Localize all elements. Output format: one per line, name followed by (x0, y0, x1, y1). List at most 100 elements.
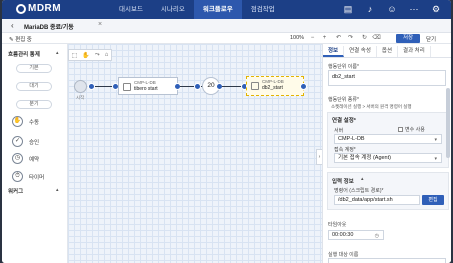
connect-icon[interactable]: ⤳ (95, 52, 100, 59)
palette-section-flow[interactable]: 흐름관리 통제 (8, 50, 40, 58)
nav-icons: ▤ ♪ ☺ ⋯ ⚙ (343, 4, 441, 14)
port-dot[interactable] (300, 83, 307, 90)
node-type: CMP-L-DB (262, 79, 284, 84)
variable-checkbox[interactable]: 변수 사용 (398, 126, 425, 133)
logo-mark-icon (16, 3, 26, 14)
hand-icon: ✋ (12, 116, 23, 127)
node-name-value: db2_start (332, 74, 355, 80)
workflow-canvas[interactable]: ⬚ ✋ ⤳ ⌂ 시작 CMP-L-DB tibero start 20 CMP-… (68, 44, 322, 263)
workflow-name: MariaDB 종료/기동 (24, 25, 74, 31)
server-icon (251, 82, 259, 90)
clock-icon: ◷ (374, 233, 379, 239)
workflow-header: ‹ MariaDB 종료/기동 × (2, 19, 451, 33)
back-arrow-icon[interactable]: ‹ (11, 21, 14, 30)
palette-section-group[interactable]: 워커그 (8, 187, 23, 195)
exec-user-input[interactable] (328, 258, 446, 263)
server-icon (123, 83, 131, 91)
group-icon[interactable]: ⌂ (105, 52, 109, 58)
port-dot[interactable] (88, 83, 95, 90)
palette-item-branch-label: 분기 (29, 101, 39, 107)
access-select[interactable]: 기본 접속 계정 (Agent) ▾ (334, 153, 442, 163)
canvas-tools: ⬚ ✋ ⤳ ⌂ (68, 49, 112, 61)
editor-toolbar: ✎ 편집 중 100% − + ↶ ↷ ↻ ⌫ 저장 닫기 (2, 33, 451, 44)
close-button[interactable]: 닫기 (426, 35, 436, 43)
select-icon[interactable]: ⬚ (72, 52, 78, 59)
zoom-level: 100% (290, 35, 305, 41)
chevron-up-icon[interactable]: ▴ (56, 50, 59, 56)
bell-icon[interactable]: ♪ (365, 4, 375, 14)
edit-mode-label: ✎ 편집 중 (9, 37, 32, 43)
panel-scrollbar[interactable] (446, 88, 450, 158)
node-type-path: 소켓레이션 실행 > 서버의 원격 명령어 실행 (331, 104, 412, 109)
server-select[interactable]: CMP-L-DB ▾ (334, 134, 442, 144)
timeout-label: 타임아웃 (328, 222, 347, 228)
tab-result[interactable]: 결과 처리 (398, 46, 431, 57)
more-icon[interactable]: ⋯ (409, 4, 419, 14)
checkbox-icon (398, 127, 403, 132)
input-info-title: 입력 정보 (332, 179, 354, 185)
palette-item-manual-label: 수동 (29, 119, 40, 126)
app-window: MDRM 대시보드 시나리오 워크플로우 점검작업 ▤ ♪ ☺ ⋯ ⚙ ‹ Ma… (2, 0, 451, 263)
server-label: 서버 (334, 128, 344, 134)
undo-icon[interactable]: ↶ (334, 34, 343, 42)
palette-item-approve-label: 승인 (29, 139, 40, 146)
edit-command-button[interactable]: 편집 (422, 195, 444, 205)
palette-item-basic-label: 기본 (29, 65, 39, 71)
tab-connection[interactable]: 연결 속성 (344, 46, 377, 57)
node-name-input[interactable]: db2_start (328, 70, 446, 86)
hand-icon[interactable]: ✋ (82, 52, 89, 59)
node-name-label: 행동단위 이름* (328, 64, 359, 70)
chevron-down-icon: ▾ (434, 156, 437, 162)
user-icon[interactable]: ☺ (387, 4, 397, 14)
clock-icon: ◷ (12, 153, 23, 164)
close-icon[interactable]: × (98, 21, 102, 28)
palette-item-wait-label: 대기 (29, 83, 39, 89)
panel-tabs: 정보 연결 속성 옵션 결과 처리 (323, 46, 451, 58)
refresh-icon[interactable]: ↻ (360, 34, 369, 42)
save-button[interactable]: 저장 (396, 34, 420, 43)
menu-scenario[interactable]: 시나리오 (152, 0, 194, 19)
palette-item-timer[interactable]: ⏱ 타이머 (12, 171, 44, 182)
access-value: 기본 접속 계정 (Agent) (338, 155, 391, 161)
palette-item-manual[interactable]: ✋ 수동 (12, 116, 39, 127)
palette-item-branch[interactable]: 분기 (16, 100, 52, 109)
palette-item-schedule[interactable]: ◷ 예약 (12, 153, 39, 164)
variable-checkbox-label: 변수 사용 (405, 127, 425, 133)
server-value: CMP-L-DB (338, 136, 365, 142)
start-label: 시작 (76, 95, 85, 100)
task-node-tibero[interactable]: CMP-L-DB tibero start (118, 77, 178, 95)
settings-icon[interactable]: ⚙ (431, 4, 441, 14)
approve-icon: ✓ (12, 136, 23, 147)
task-node-db2-selected[interactable]: CMP-L-DB db2_start (246, 76, 304, 96)
delete-icon[interactable]: ⌫ (372, 34, 381, 42)
menu-dashboard[interactable]: 대시보드 (110, 0, 152, 19)
node-type: CMP-L-DB (134, 80, 156, 85)
command-input[interactable]: /db2_data/app/start.sh (334, 195, 420, 205)
zoom-in-icon[interactable]: + (320, 34, 329, 42)
document-icon[interactable]: ▤ (343, 4, 353, 14)
palette-item-basic[interactable]: 기본 (16, 64, 52, 73)
zoom-out-icon[interactable]: − (308, 34, 317, 42)
main-menu: 대시보드 시나리오 워크플로우 점검작업 (110, 0, 284, 19)
tab-options[interactable]: 옵션 (377, 46, 399, 57)
tab-info[interactable]: 정보 (323, 46, 345, 57)
top-navigation: MDRM 대시보드 시나리오 워크플로우 점검작업 ▤ ♪ ☺ ⋯ ⚙ (2, 0, 451, 19)
node-palette: 흐름관리 통제 ▴ 기본 대기 분기 ✋ 수동 ✓ 승인 ◷ 예약 ⏱ 타이머 … (2, 44, 68, 263)
chevron-up-icon[interactable]: ▴ (56, 187, 59, 193)
connection-settings: 연결 설정* 서버 변수 사용 CMP-L-DB ▾ 접속 계정* 기본 접속 … (327, 112, 449, 168)
menu-workflow[interactable]: 워크플로우 (193, 0, 242, 19)
app-logo[interactable]: MDRM (16, 3, 61, 14)
node-type-label: 행동단위 종류* (328, 97, 359, 103)
redo-icon[interactable]: ↷ (346, 34, 355, 42)
timeout-input[interactable]: 00:00:30 ◷ (328, 230, 384, 240)
menu-inspection[interactable]: 점검작업 (242, 0, 284, 19)
start-node[interactable] (74, 80, 87, 93)
properties-panel: 정보 연결 속성 옵션 결과 처리 행동단위 이름* db2_start 행동단… (322, 44, 451, 263)
palette-item-wait[interactable]: 대기 (16, 82, 52, 91)
palette-item-schedule-label: 예약 (29, 156, 40, 163)
command-value: /db2_data/app/start.sh (338, 197, 393, 203)
port-dot[interactable] (194, 83, 201, 90)
chevron-up-icon[interactable]: ▴ (361, 176, 364, 182)
palette-item-approve[interactable]: ✓ 승인 (12, 136, 39, 147)
palette-item-timer-label: 타이머 (29, 174, 45, 181)
